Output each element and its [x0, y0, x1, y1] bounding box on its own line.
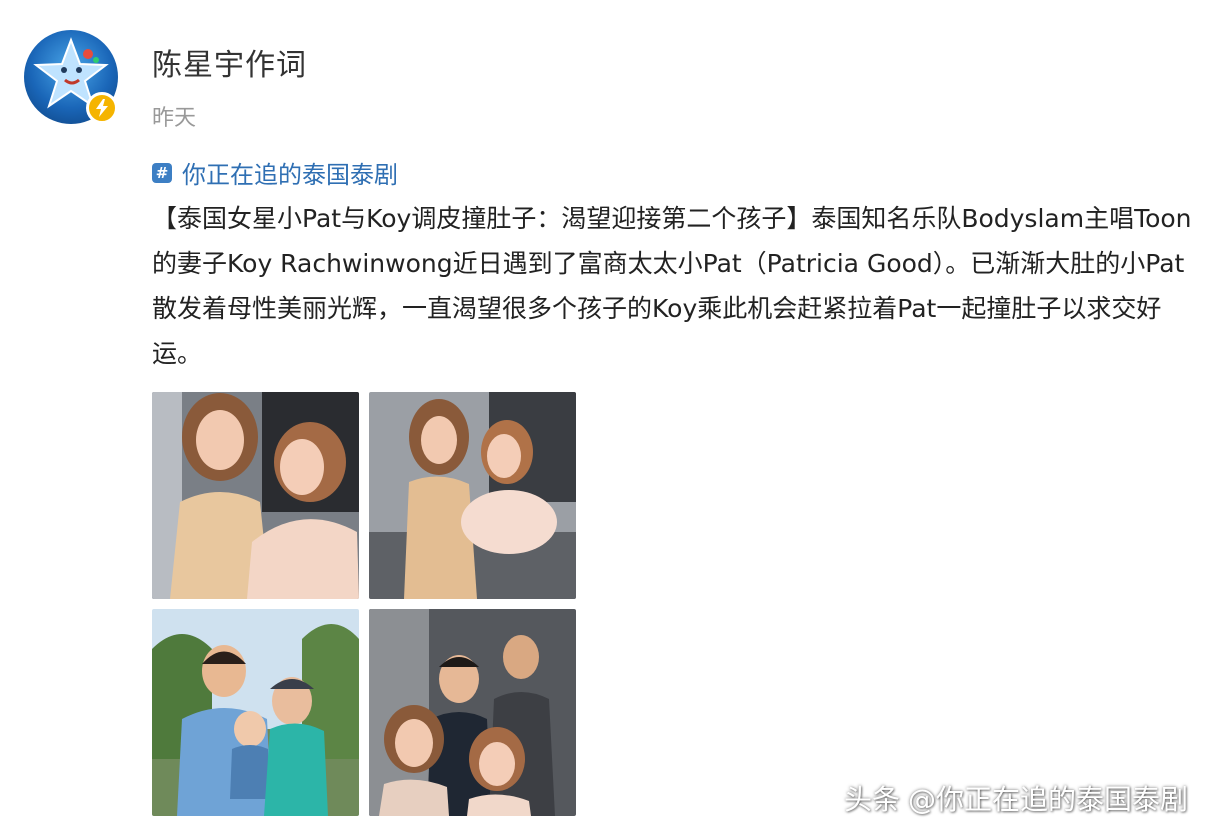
- verified-badge: [86, 92, 118, 124]
- topic-link[interactable]: # 你正在追的泰国泰剧: [152, 155, 398, 190]
- watermark-platform: 头条: [843, 783, 900, 816]
- watermark-handle: @你正在追的泰国泰剧: [907, 783, 1188, 816]
- watermark: 头条 @你正在追的泰国泰剧: [844, 778, 1188, 818]
- photo-family-with-child[interactable]: [152, 609, 359, 816]
- photo-two-women-portrait[interactable]: [152, 392, 359, 599]
- hashtag-icon: #: [152, 162, 172, 183]
- topic-label: 你正在追的泰国泰剧: [182, 161, 398, 189]
- author-name[interactable]: 陈星宇作词: [152, 40, 307, 84]
- photo-grid: [152, 392, 576, 816]
- photo-two-women-belly[interactable]: [369, 392, 576, 599]
- lightning-icon: [96, 99, 108, 117]
- post-time: 昨天: [152, 106, 197, 131]
- photo-group-selfie[interactable]: [369, 609, 576, 816]
- post-body-text: 【泰国女星小Pat与Koy调皮撞肚子：渴望迎接第二个孩子】泰国知名乐队Bodys…: [152, 204, 1192, 368]
